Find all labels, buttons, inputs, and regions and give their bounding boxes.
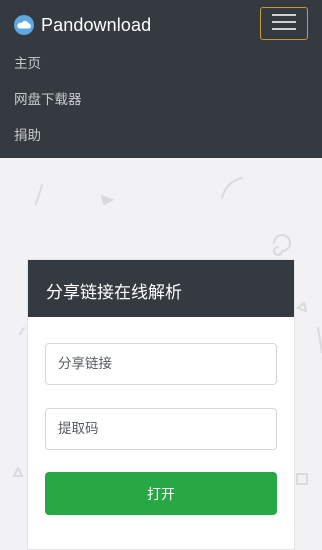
top-navbar: Pandownload 主页 网盘下载器 捐助: [0, 0, 322, 158]
nav-link-downloader[interactable]: 网盘下载器: [14, 88, 82, 108]
brand-name: Pandownload: [41, 14, 152, 35]
card-title: 分享链接在线解析: [46, 283, 182, 303]
nav-link-donate[interactable]: 捐助: [14, 124, 41, 144]
hamburger-menu-icon: [271, 12, 297, 36]
card-header: 分享链接在线解析: [28, 260, 294, 317]
share-link-parse-card: 分享链接在线解析 打开: [27, 259, 295, 550]
share-link-input[interactable]: [45, 343, 277, 385]
cloud-icon: [14, 15, 34, 35]
open-button[interactable]: 打开: [45, 472, 277, 515]
navbar-toggle-button[interactable]: [260, 7, 308, 40]
extract-code-input[interactable]: [45, 408, 277, 450]
brand[interactable]: Pandownload: [14, 13, 151, 37]
nav-link-home[interactable]: 主页: [14, 52, 41, 72]
